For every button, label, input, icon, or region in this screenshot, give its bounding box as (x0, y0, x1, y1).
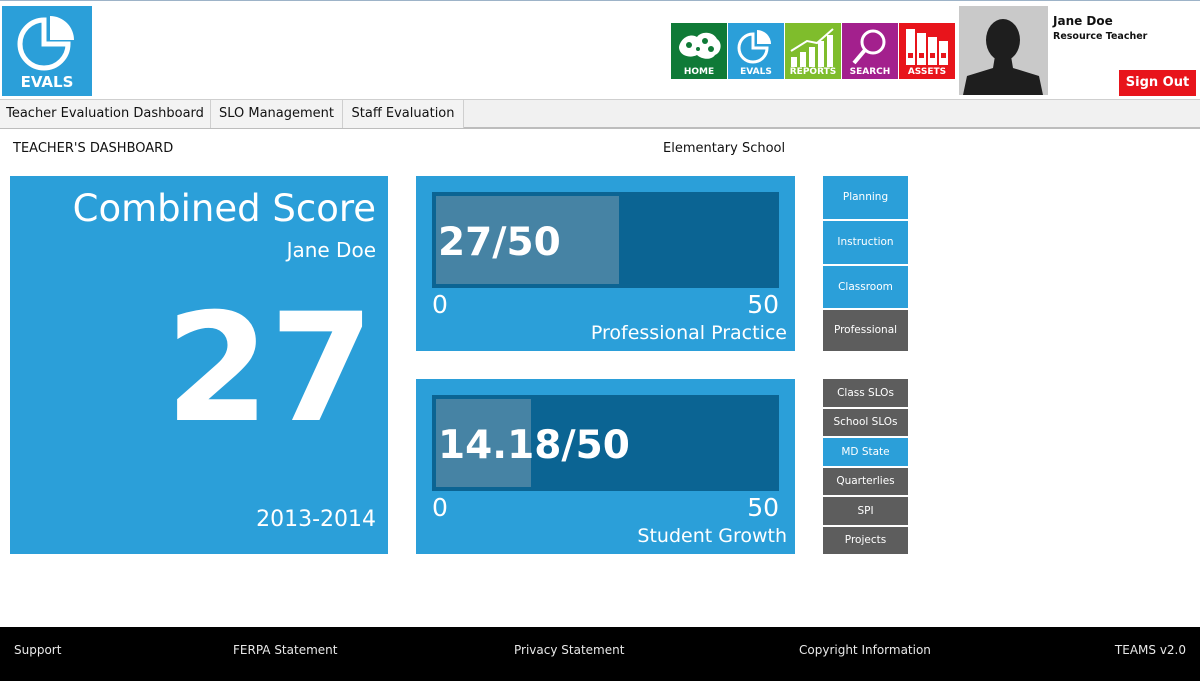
user-name: Jane Doe (1053, 14, 1113, 28)
copyright-information-link[interactable]: Copyright Information (799, 643, 931, 657)
nav-assets-label: ASSETS (907, 67, 947, 77)
school-slos-button[interactable]: School SLOs (823, 409, 908, 436)
student-growth-value: 14.18/50 (438, 423, 630, 468)
professional-practice-label: Professional Practice (590, 322, 787, 344)
tab-bar: Teacher Evaluation Dashboard SLO Managem… (0, 99, 1200, 129)
user-role: Resource Teacher (1053, 31, 1148, 42)
combined-score-year: 2013-2014 (256, 507, 376, 532)
professional-practice-max: 50 (747, 290, 779, 319)
instruction-button[interactable]: Instruction (823, 221, 908, 264)
logo-text: EVALS (20, 73, 74, 91)
nav-evals-label: EVALS (740, 67, 772, 77)
combined-score-name: Jane Doe (286, 238, 376, 262)
dashboard-title: TEACHER'S DASHBOARD (13, 141, 174, 156)
student-growth-panel[interactable]: 14.18/50 0 50 Student Growth (416, 379, 795, 554)
class-slos-button[interactable]: Class SLOs (823, 379, 908, 407)
nav-search-label: SEARCH (849, 67, 891, 77)
avatar (959, 6, 1048, 95)
student-growth-bar: 14.18/50 (432, 395, 779, 491)
user-silhouette-icon (959, 6, 1048, 95)
quarterlies-button[interactable]: Quarterlies (823, 468, 908, 495)
ferpa-statement-link[interactable]: FERPA Statement (233, 643, 337, 657)
privacy-statement-link[interactable]: Privacy Statement (514, 643, 624, 657)
tab-teacher-evaluation-dashboard[interactable]: Teacher Evaluation Dashboard (0, 100, 211, 128)
student-growth-label: Student Growth (637, 525, 787, 547)
professional-button[interactable]: Professional (823, 310, 908, 351)
professional-practice-min: 0 (432, 290, 448, 319)
sign-out-button[interactable]: Sign Out (1119, 70, 1196, 96)
projects-button[interactable]: Projects (823, 527, 908, 554)
tab-staff-evaluation[interactable]: Staff Evaluation (343, 100, 464, 128)
page: EVALS HOME EVALS REPORTS SEARCH ASSETS J… (0, 0, 1200, 681)
spi-button[interactable]: SPI (823, 497, 908, 525)
tab-slo-management[interactable]: SLO Management (211, 100, 343, 128)
professional-practice-panel[interactable]: 27/50 0 50 Professional Practice (416, 176, 795, 351)
md-state-button[interactable]: MD State (823, 438, 908, 466)
nav-reports-label: REPORTS (789, 67, 837, 77)
version-label: TEAMS v2.0 (1114, 643, 1186, 657)
school-name: Elementary School (663, 141, 786, 156)
nav-reports-button[interactable]: REPORTS (785, 23, 841, 79)
nav-home-label: HOME (683, 67, 715, 77)
footer: Support FERPA Statement Privacy Statemen… (0, 627, 1200, 681)
student-growth-min: 0 (432, 493, 448, 522)
combined-score-title: Combined Score (72, 187, 376, 230)
professional-practice-value: 27/50 (438, 220, 561, 265)
header: EVALS HOME EVALS REPORTS SEARCH ASSETS J… (0, 0, 1200, 99)
nav-search-button[interactable]: SEARCH (842, 23, 898, 79)
support-link[interactable]: Support (14, 643, 61, 657)
evals-logo[interactable]: EVALS (2, 6, 92, 96)
student-growth-max: 50 (747, 493, 779, 522)
planning-button[interactable]: Planning (823, 176, 908, 219)
pie-chart-icon (17, 16, 74, 71)
combined-score-value: 27 (165, 282, 374, 456)
classroom-button[interactable]: Classroom (823, 266, 908, 308)
nav-assets-button[interactable]: ASSETS (899, 23, 955, 79)
combined-score-panel: Combined Score Jane Doe 27 2013-2014 (10, 176, 388, 554)
nav-evals-button[interactable]: EVALS (728, 23, 784, 79)
professional-practice-bar: 27/50 (432, 192, 779, 288)
nav-home-button[interactable]: HOME (671, 23, 727, 79)
